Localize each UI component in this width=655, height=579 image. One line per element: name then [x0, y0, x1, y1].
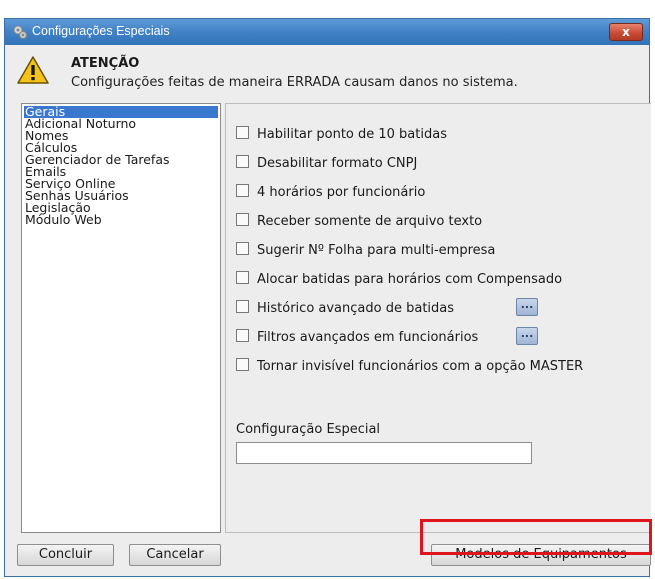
dialog-window: Configurações Especiais x ATENÇÃO Config…	[4, 18, 651, 577]
option-sugerir-folha[interactable]: Sugerir Nº Folha para multi-empresa	[236, 242, 495, 258]
warning-icon	[17, 56, 49, 84]
gears-icon	[13, 25, 27, 39]
option-desabilitar-cnpj[interactable]: Desabilitar formato CNPJ	[236, 155, 417, 171]
option-4-horarios[interactable]: 4 horários por funcionário	[236, 184, 425, 200]
filtros-more-button[interactable]: ...	[516, 327, 538, 345]
sidebar-item-modulo-web[interactable]: Módulo Web	[24, 213, 218, 226]
option-historico-avancado[interactable]: Histórico avançado de batidas	[236, 300, 454, 316]
option-label: Tornar invisível funcionários com a opçã…	[257, 359, 584, 374]
option-label: Habilitar ponto de 10 batidas	[257, 127, 447, 142]
option-label: Sugerir Nº Folha para multi-empresa	[257, 243, 496, 258]
concluir-button[interactable]: Concluir	[17, 544, 114, 566]
title-bar[interactable]: Configurações Especiais x	[5, 19, 649, 45]
special-config-label: Configuração Especial	[236, 422, 381, 437]
option-alocar-batidas[interactable]: Alocar batidas para horários com Compens…	[236, 271, 562, 287]
settings-panel: Habilitar ponto de 10 batidas Desabilita…	[225, 103, 651, 533]
checkbox[interactable]	[236, 126, 249, 139]
category-list[interactable]: Gerais Adicional Noturno Nomes Cálculos …	[21, 103, 221, 533]
checkbox[interactable]	[236, 271, 249, 284]
option-label: Filtros avançados em funcionários	[257, 330, 479, 345]
option-habilitar-10-batidas[interactable]: Habilitar ponto de 10 batidas	[236, 126, 447, 142]
option-label: 4 horários por funcionário	[257, 185, 426, 200]
option-label: Receber somente de arquivo texto	[257, 214, 483, 229]
checkbox[interactable]	[236, 300, 249, 313]
close-button[interactable]: x	[609, 23, 643, 41]
historico-more-button[interactable]: ...	[516, 298, 538, 316]
option-tornar-invisivel-master[interactable]: Tornar invisível funcionários com a opçã…	[236, 358, 583, 374]
option-label: Desabilitar formato CNPJ	[257, 156, 418, 171]
checkbox[interactable]	[236, 358, 249, 371]
warning-message: Configurações feitas de maneira ERRADA c…	[71, 75, 518, 90]
checkbox[interactable]	[236, 155, 249, 168]
cancelar-button[interactable]: Cancelar	[129, 544, 221, 566]
option-receber-arquivo-texto[interactable]: Receber somente de arquivo texto	[236, 213, 482, 229]
option-label: Alocar batidas para horários com Compens…	[257, 272, 563, 287]
warning-title: ATENÇÃO	[71, 56, 140, 71]
checkbox[interactable]	[236, 184, 249, 197]
highlight-box	[420, 519, 652, 555]
checkbox[interactable]	[236, 329, 249, 342]
option-filtros-avancados[interactable]: Filtros avançados em funcionários	[236, 329, 478, 345]
window-title: Configurações Especiais	[32, 24, 170, 38]
checkbox[interactable]	[236, 242, 249, 255]
option-label: Histórico avançado de batidas	[257, 301, 455, 316]
special-config-input[interactable]	[236, 442, 532, 464]
checkbox[interactable]	[236, 213, 249, 226]
